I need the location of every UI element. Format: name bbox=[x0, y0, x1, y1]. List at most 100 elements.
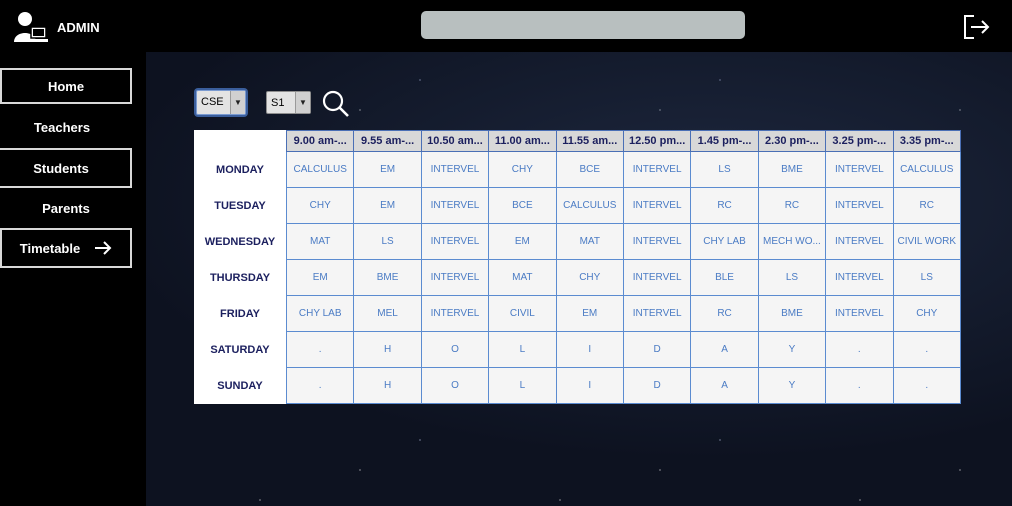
timetable-cell[interactable]: CHY LAB bbox=[690, 223, 759, 260]
logout-icon[interactable] bbox=[962, 14, 990, 40]
timetable-cell[interactable]: EM bbox=[555, 295, 624, 332]
admin-label: ADMIN bbox=[57, 20, 100, 35]
timetable-cell[interactable]: BLE bbox=[690, 259, 759, 296]
timetable-cell[interactable]: CALCULUS bbox=[555, 187, 624, 224]
timetable-cell[interactable]: O bbox=[420, 367, 490, 404]
timetable-cell[interactable]: LS bbox=[690, 151, 759, 188]
timetable-cell[interactable]: CHY bbox=[285, 187, 355, 224]
timetable-cell[interactable]: RC bbox=[690, 295, 759, 332]
timetable-cell[interactable]: MECH WO... bbox=[757, 223, 827, 260]
timetable-cell[interactable]: INTERVEL bbox=[825, 223, 894, 260]
timetable-cell[interactable]: D bbox=[622, 331, 692, 368]
timetable-cell[interactable]: MAT bbox=[555, 223, 624, 260]
table-row: SUNDAY. H O L I D A Y.. bbox=[194, 367, 962, 404]
sidebar-item-timetable[interactable]: Timetable bbox=[0, 228, 132, 268]
timetable-cell[interactable]: I bbox=[555, 367, 624, 404]
timetable-cell[interactable]: L bbox=[488, 367, 557, 404]
day-label: THURSDAY bbox=[194, 259, 287, 296]
sidebar-item-students[interactable]: Students bbox=[0, 148, 132, 188]
timetable-cell[interactable]: INTERVEL bbox=[622, 151, 692, 188]
timetable-cell[interactable]: D bbox=[622, 367, 692, 404]
timetable-cell[interactable]: BCE bbox=[488, 187, 557, 224]
timetable-cell[interactable]: CHY LAB bbox=[285, 295, 355, 332]
timetable-cell[interactable]: INTERVEL bbox=[622, 259, 692, 296]
timetable-cell[interactable]: H bbox=[353, 367, 422, 404]
day-label: WEDNESDAY bbox=[194, 223, 287, 260]
timetable-cell[interactable]: H bbox=[353, 331, 422, 368]
table-row: TUESDAY CHY EM INTERVEL BCE CALCULUS INTERVEL R… bbox=[194, 187, 962, 224]
timetable: 9.00 am-... 9.55 am-... 10.50 am... 11.0… bbox=[194, 130, 962, 404]
timetable-cell[interactable]: O bbox=[420, 331, 490, 368]
time-slot-header: 10.50 am... bbox=[420, 130, 490, 152]
timetable-cell[interactable]: L bbox=[488, 331, 557, 368]
timetable-cell[interactable]: CALCULUS bbox=[285, 151, 355, 188]
timetable-cell[interactable]: INTERVEL bbox=[622, 223, 692, 260]
timetable-cell[interactable]: CHY bbox=[555, 259, 624, 296]
timetable-cell[interactable]: . bbox=[825, 331, 894, 368]
timetable-cell[interactable]: BME bbox=[353, 259, 422, 296]
timetable-cell[interactable]: A bbox=[690, 367, 759, 404]
timetable-cell[interactable]: INTERVEL bbox=[825, 151, 894, 188]
table-row: THURSDAY EM BME INTERVEL MAT CHY INTERVEL BLE LS… bbox=[194, 259, 962, 296]
search-icon[interactable] bbox=[322, 90, 350, 118]
day-label: TUESDAY bbox=[194, 187, 287, 224]
timetable-cell[interactable]: INTERVEL bbox=[825, 259, 894, 296]
timetable-cell[interactable]: INTERVEL bbox=[622, 295, 692, 332]
timetable-cell[interactable]: INTERVEL bbox=[622, 187, 692, 224]
timetable-cell[interactable]: CHY bbox=[488, 151, 557, 188]
timetable-cell[interactable]: CHY bbox=[892, 295, 962, 332]
timetable-cell[interactable]: INTERVEL bbox=[420, 223, 490, 260]
timetable-cell[interactable]: LS bbox=[892, 259, 962, 296]
timetable-cell[interactable]: LS bbox=[757, 259, 827, 296]
timetable-cell[interactable]: CIVIL WORK bbox=[892, 223, 962, 260]
timetable-cell[interactable]: BCE bbox=[555, 151, 624, 188]
timetable-cell[interactable]: INTERVEL bbox=[825, 295, 894, 332]
semester-select[interactable]: S1 ▼ bbox=[266, 91, 311, 114]
timetable-cell[interactable]: BME bbox=[757, 151, 827, 188]
semester-select-value: S1 bbox=[271, 97, 285, 109]
timetable-cell[interactable]: CIVIL bbox=[488, 295, 557, 332]
timetable-cell[interactable]: BME bbox=[757, 295, 827, 332]
arrow-right-icon bbox=[95, 241, 112, 255]
timetable-cell[interactable]: . bbox=[285, 331, 355, 368]
timetable-header-row: 9.00 am-... 9.55 am-... 10.50 am... 11.0… bbox=[194, 130, 962, 152]
timetable-cell[interactable]: RC bbox=[892, 187, 962, 224]
time-slot-header: 11.00 am... bbox=[488, 130, 557, 152]
timetable-cell[interactable]: INTERVEL bbox=[420, 187, 490, 224]
timetable-cell[interactable]: LS bbox=[353, 223, 422, 260]
sidebar-item-home[interactable]: Home bbox=[0, 68, 132, 104]
sidebar: Home Teachers Students Parents Timetable bbox=[0, 52, 146, 506]
timetable-cell[interactable]: EM bbox=[285, 259, 355, 296]
timetable-cell[interactable]: CALCULUS bbox=[892, 151, 962, 188]
sidebar-item-label: Parents bbox=[42, 200, 90, 216]
timetable-cell[interactable]: EM bbox=[353, 151, 422, 188]
timetable-cell[interactable]: . bbox=[285, 367, 355, 404]
timetable-cell[interactable]: MAT bbox=[488, 259, 557, 296]
timetable-cell[interactable]: . bbox=[892, 367, 962, 404]
timetable-cell[interactable]: Y bbox=[757, 331, 827, 368]
timetable-cell[interactable]: RC bbox=[757, 187, 827, 224]
timetable-cell[interactable]: INTERVEL bbox=[825, 187, 894, 224]
department-select[interactable]: CSE ▼ bbox=[196, 90, 246, 115]
timetable-cell[interactable]: INTERVEL bbox=[420, 295, 490, 332]
timetable-cell[interactable]: EM bbox=[353, 187, 422, 224]
timetable-cell[interactable]: I bbox=[555, 331, 624, 368]
timetable-cell[interactable]: MAT bbox=[285, 223, 355, 260]
chevron-down-icon: ▼ bbox=[295, 92, 310, 113]
table-row: MONDAY CALCULUS EM INTERVEL CHY BCE INTERVEL LS… bbox=[194, 151, 962, 188]
timetable-cell[interactable]: RC bbox=[690, 187, 759, 224]
timetable-cell[interactable]: . bbox=[825, 367, 894, 404]
sidebar-item-teachers[interactable]: Teachers bbox=[0, 109, 128, 145]
timetable-cell[interactable]: Y bbox=[757, 367, 827, 404]
timetable-cell[interactable]: INTERVEL bbox=[420, 151, 490, 188]
top-search-bar[interactable] bbox=[421, 11, 745, 39]
timetable-cell[interactable]: MEL bbox=[353, 295, 422, 332]
sidebar-item-label: Home bbox=[47, 78, 85, 94]
timetable-cell[interactable]: EM bbox=[488, 223, 557, 260]
sidebar-item-label: Timetable bbox=[19, 240, 81, 256]
timetable-cell[interactable]: INTERVEL bbox=[420, 259, 490, 296]
sidebar-item-parents[interactable]: Parents bbox=[0, 190, 132, 226]
timetable-cell[interactable]: . bbox=[892, 331, 962, 368]
day-label: SUNDAY bbox=[194, 367, 287, 404]
timetable-cell[interactable]: A bbox=[690, 331, 759, 368]
